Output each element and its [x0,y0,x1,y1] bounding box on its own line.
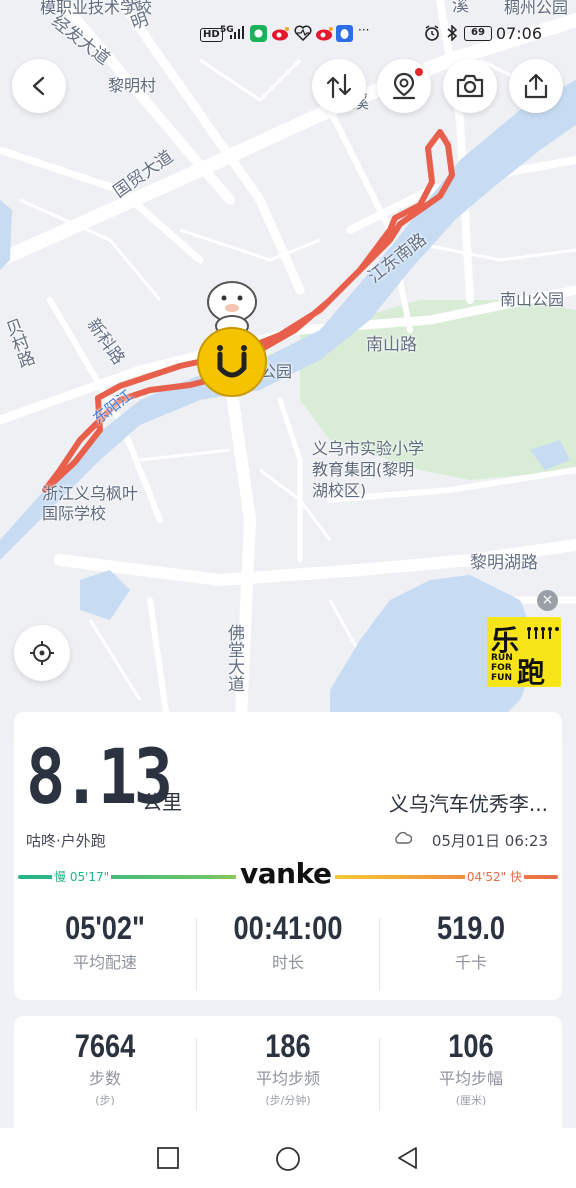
cadence-value: 186 [265,1028,311,1064]
cadence-label: 平均步频 [255,1069,320,1088]
share-button[interactable] [509,59,563,113]
circle-icon [276,1147,300,1171]
stride-unit: (厘米) [455,1094,487,1107]
app-notification-icon [250,25,267,46]
back-button[interactable] [12,59,66,113]
duration-label: 时长 [271,953,304,972]
stat-stride: 106 平均步幅 (厘米) [380,1028,562,1108]
home-button[interactable] [275,1146,301,1176]
notification-dot [415,68,423,76]
map-label-experimental-school: 义乌市实验小学教育集团(黎明湖校区) [312,439,425,500]
map-label-liming-village: 黎明村 [108,76,157,95]
weibo-icon [272,25,290,45]
route-switch-button[interactable] [312,59,366,113]
chevron-left-icon [32,76,45,96]
map-label-fengye-school: 浙江义乌枫叶国际学校 [42,484,139,523]
calories-value: 519.0 [436,910,506,946]
share-icon [524,73,548,99]
steps-card: 7664 步数 (步) 186 平均步频 (步/分钟) 106 平均步幅 (厘米… [14,1016,562,1128]
stat-calories: 519.0 千卡 [380,910,562,973]
steps-label: 步数 [88,1069,121,1088]
crosshair-icon [30,641,54,665]
locate-button[interactable] [14,625,70,681]
signal-icon [230,25,246,43]
map-label-liminghu-road: 黎明湖路 [470,553,538,573]
slow-pace-label: 慢 05'17" [52,868,112,885]
map-label-xi: 溪 [448,0,468,13]
weibo-icon-2 [316,25,334,45]
lepao-ad[interactable]: 乐 跑 RUN FOR FUN [487,617,561,687]
alarm-icon [424,25,440,45]
stat-avg-pace: 05'02" 平均配速 [14,910,196,973]
sport-type: 咕咚·户外跑 [26,832,106,850]
steps-unit: (步) [95,1094,115,1107]
battery-icon: 69 [464,26,492,41]
fast-pace-label: 04'52" 快 [464,868,524,885]
mascot-icon [197,281,267,397]
camera-icon [456,74,484,98]
system-nav-bar [0,1128,576,1188]
map-label-top-right: 稠州公园 [504,0,569,17]
camera-button[interactable] [443,59,497,113]
qq-icon [336,25,353,46]
avg-pace-label: 平均配速 [72,953,137,972]
status-bar: HD 5G ··· 69 07:06 [0,18,576,50]
location-marker-button[interactable] [377,59,431,113]
stat-steps: 7664 步数 (步) [14,1028,196,1108]
back-nav-button[interactable] [396,1146,420,1174]
bluetooth-icon [446,24,458,45]
ad-char-2: 跑 [517,656,546,687]
distance-unit: 公里 [142,790,182,814]
map-label-nanshan-road: 南山路 [366,335,417,355]
start-time: 05月01日 06:23 [431,832,548,850]
stat-cadence: 186 平均步频 (步/分钟) [197,1028,379,1108]
summary-card: 8.13 公里 义乌汽车优秀李... 咕咚·户外跑 05月01日 06:23 慢… [14,712,562,1000]
swap-arrows-icon [326,73,352,99]
ad-close-button[interactable]: × [537,590,558,611]
heart-rate-icon [294,25,312,45]
square-icon [157,1147,179,1169]
status-time: 07:06 [495,24,542,43]
triangle-back-icon [398,1147,417,1169]
map-label-fotang-road: 佛堂大道 [224,624,244,692]
more-icon: ··· [358,23,370,37]
calories-label: 千卡 [454,953,487,972]
stride-label: 平均步幅 [438,1069,503,1088]
mascot-marker [196,268,268,398]
recents-button[interactable] [156,1146,180,1174]
route-name[interactable]: 义乌汽车优秀李... [389,788,548,817]
cadence-unit: (步/分钟) [265,1094,311,1107]
stride-value: 106 [448,1028,494,1064]
avg-pace-value: 05'02" [65,910,145,946]
steps-value: 7664 [74,1028,136,1064]
map-pin-icon [392,72,416,100]
cloud-icon [394,830,413,849]
runners-icon [527,627,559,639]
ad-run-text: RUN FOR FUN [491,653,513,683]
duration-value: 00:41:00 [233,910,343,946]
stat-duration: 00:41:00 时长 [197,910,379,973]
sponsor-logo: vanke [236,858,336,890]
map-label-nanshan-park: 南山公园 [500,290,565,309]
